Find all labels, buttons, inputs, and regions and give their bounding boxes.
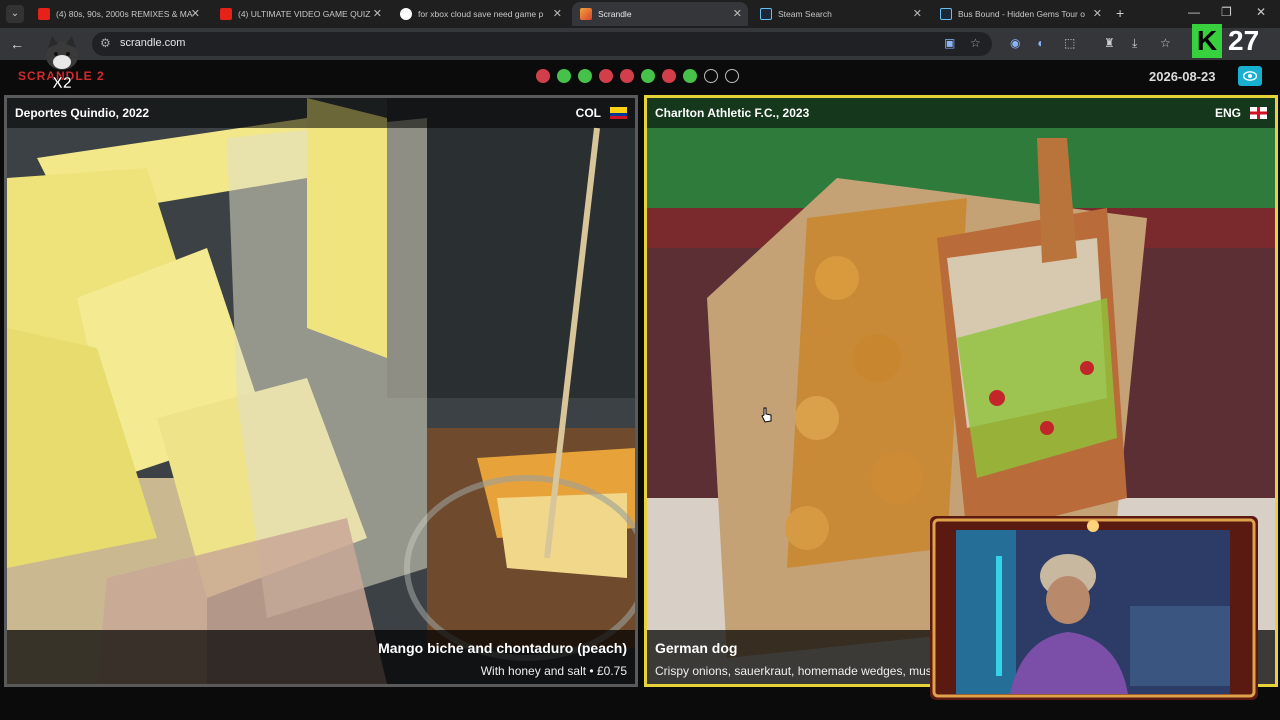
- tab-title: Scrandle: [598, 9, 632, 19]
- tab-title: (4) ULTIMATE VIDEO GAME QUIZ: [238, 9, 371, 19]
- google-icon: [400, 8, 412, 20]
- restore-icon[interactable]: ❐: [1221, 5, 1232, 19]
- progress-dots: [536, 69, 739, 83]
- stream-counter-badge: K 27: [1192, 24, 1280, 60]
- hand-cursor-icon: [761, 407, 772, 423]
- dish-name: Mango biche and chontaduro (peach): [378, 640, 627, 656]
- tab-scrandle[interactable]: Scrandle ✕: [572, 2, 748, 26]
- progress-dot-wrong: [599, 69, 613, 83]
- card-header: Charlton Athletic F.C., 2023 ENG: [647, 98, 1275, 128]
- browser-toolbar: ← ⚙ scrandle.com ▣ ☆ ◉ ◖ ⬚ ♜ ⤓ ☆: [0, 28, 1280, 60]
- webcam-overlay: [930, 516, 1258, 700]
- badge-letter: K: [1192, 24, 1222, 58]
- minimize-icon[interactable]: —: [1188, 5, 1200, 19]
- streak-badge: X2: [52, 75, 72, 92]
- progress-dot-wrong: [662, 69, 676, 83]
- food-card-left[interactable]: Deportes Quindio, 2022 COL Mango biche a…: [4, 95, 638, 687]
- steam-icon: [760, 8, 772, 20]
- tab-close-icon[interactable]: ✕: [553, 7, 562, 20]
- reveal-toggle-button[interactable]: [1238, 66, 1262, 86]
- address-bar[interactable]: ⚙ scrandle.com ▣ ☆: [92, 32, 992, 56]
- card-header: Deportes Quindio, 2022 COL: [7, 98, 635, 128]
- window-close-icon[interactable]: ✕: [1256, 5, 1266, 19]
- new-tab-icon[interactable]: +: [1116, 5, 1124, 21]
- url-text[interactable]: scrandle.com: [120, 37, 185, 49]
- progress-dot-empty: [725, 69, 739, 83]
- progress-dot-wrong: [536, 69, 550, 83]
- progress-dot-wrong: [620, 69, 634, 83]
- scrandle-icon: [580, 8, 592, 20]
- card-footer: Mango biche and chontaduro (peach) With …: [7, 630, 635, 684]
- tab-title: (4) 80s, 90s, 2000s REMIXES & MA: [56, 9, 193, 19]
- dish-description: Crispy onions, sauerkraut, homemade wedg…: [655, 664, 932, 678]
- england-flag-icon: [1250, 107, 1267, 119]
- youtube-icon: [38, 8, 50, 20]
- youtube-icon: [220, 8, 232, 20]
- country-code: COL: [575, 106, 601, 120]
- favorites-icon[interactable]: ☆: [1160, 36, 1171, 50]
- tab-strip: ⌄ (4) 80s, 90s, 2000s REMIXES & MA ✕ (4)…: [0, 0, 1280, 28]
- extensions-puzzle-icon[interactable]: ⬚: [1064, 36, 1075, 50]
- steam-icon: [940, 8, 952, 20]
- progress-dot-right: [557, 69, 571, 83]
- progress-dot-empty: [704, 69, 718, 83]
- incognito-icon[interactable]: ♜: [1104, 36, 1115, 50]
- tab-title: for xbox cloud save need game p: [418, 9, 544, 19]
- team-name: Deportes Quindio, 2022: [15, 106, 150, 120]
- cast-icon[interactable]: ▣: [944, 36, 955, 50]
- team-name: Charlton Athletic F.C., 2023: [655, 106, 810, 120]
- tab-bus-bound[interactable]: Bus Bound - Hidden Gems Tour o ✕: [932, 2, 1108, 26]
- tab-remixes[interactable]: (4) 80s, 90s, 2000s REMIXES & MA ✕: [30, 2, 206, 26]
- tab-close-icon[interactable]: ✕: [913, 7, 922, 20]
- food-photo: [7, 98, 635, 684]
- eye-icon: [1243, 71, 1257, 81]
- progress-dot-right: [578, 69, 592, 83]
- colombia-flag-icon: [610, 107, 627, 119]
- tab-steam-search[interactable]: Steam Search ✕: [752, 2, 928, 26]
- tab-close-icon[interactable]: ✕: [373, 7, 382, 20]
- tab-search-icon[interactable]: ⌄: [6, 5, 24, 23]
- progress-dot-right: [641, 69, 655, 83]
- tab-close-icon[interactable]: ✕: [1093, 7, 1102, 20]
- audio-extension-icon[interactable]: ◖: [1036, 36, 1043, 50]
- tab-title: Bus Bound - Hidden Gems Tour o: [958, 9, 1085, 19]
- game-date: 2026-08-23: [1149, 69, 1216, 84]
- cat-sticker: X2: [46, 36, 78, 92]
- tab-video-game-quiz[interactable]: (4) ULTIMATE VIDEO GAME QUIZ ✕: [212, 2, 388, 26]
- tab-title: Steam Search: [778, 9, 832, 19]
- tab-close-icon[interactable]: ✕: [191, 7, 200, 20]
- bookmark-star-icon[interactable]: ☆: [970, 36, 981, 50]
- badge-number: 27: [1228, 25, 1260, 56]
- download-icon[interactable]: ⤓: [1132, 36, 1137, 51]
- progress-dot-right: [683, 69, 697, 83]
- dish-name: German dog: [655, 640, 738, 656]
- back-arrow-icon[interactable]: ←: [10, 36, 24, 52]
- site-settings-icon[interactable]: ⚙: [100, 36, 111, 50]
- country-code: ENG: [1214, 106, 1241, 120]
- tab-close-icon[interactable]: ✕: [733, 7, 742, 20]
- dish-description: With honey and salt • £0.75: [480, 664, 627, 678]
- tab-xbox-cloud[interactable]: for xbox cloud save need game p ✕: [392, 2, 568, 26]
- extension-icon[interactable]: ◉: [1010, 36, 1020, 50]
